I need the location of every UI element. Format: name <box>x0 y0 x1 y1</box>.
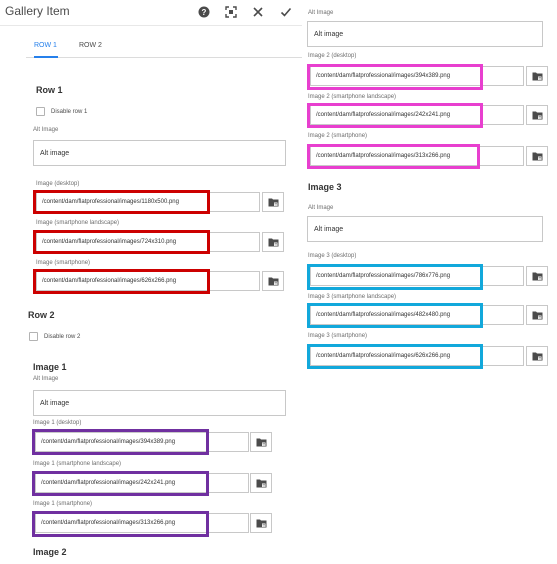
disable-row1-checkbox[interactable]: Disable row 1 <box>36 107 87 116</box>
image3-alt-label: Alt Image <box>308 205 334 211</box>
image3-desktop-label: Image 3 (desktop) <box>308 253 357 259</box>
disable-row1-label: Disable row 1 <box>51 108 88 115</box>
image1-desktop-label: Image 1 (desktop) <box>33 420 82 426</box>
checkbox-box[interactable] <box>29 332 38 341</box>
image1-smartphone-path[interactable]: /content/dam/flatprofessional/images/313… <box>35 513 249 533</box>
image1-desktop-path[interactable]: /content/dam/flatprofessional/images/394… <box>35 432 249 452</box>
image3-landscape-path[interactable]: /content/dam/flatprofessional/images/482… <box>310 305 524 325</box>
browse-icon <box>256 438 266 447</box>
row1-landscape-browse-button[interactable] <box>262 232 284 252</box>
image1-smartphone-label: Image 1 (smartphone) <box>33 501 93 507</box>
browse-icon <box>268 198 278 207</box>
image3-landscape-browse-button[interactable] <box>526 305 548 325</box>
image1-alt-label: Alt Image <box>33 376 59 382</box>
row1-landscape-path[interactable]: /content/dam/flatprofessional/images/724… <box>36 232 260 252</box>
row1-smartphone-path[interactable]: /content/dam/flatprofessional/images/626… <box>36 271 260 291</box>
image3-alt-field[interactable]: Alt image <box>307 216 543 242</box>
image2-desktop-browse-button[interactable] <box>526 66 548 86</box>
image3-smartphone-path[interactable]: /content/dam/flatprofessional/images/626… <box>310 346 524 366</box>
active-tab-indicator <box>34 56 58 58</box>
image3-smartphone-browse-button[interactable] <box>526 346 548 366</box>
image2-alt-label: Alt Image <box>308 10 334 16</box>
image1-landscape-label: Image 1 (smartphone landscape) <box>33 461 122 467</box>
browse-icon <box>256 479 266 488</box>
row1-smartphone-label: Image (smartphone) <box>36 260 91 266</box>
image1-landscape-path[interactable]: /content/dam/flatprofessional/images/242… <box>35 473 249 493</box>
image3-smartphone-label: Image 3 (smartphone) <box>308 333 368 339</box>
row1-desktop-path[interactable]: /content/dam/flatprofessional/images/118… <box>36 192 260 212</box>
help-icon[interactable]: ? <box>196 4 212 20</box>
dialog-title: Gallery Item <box>5 4 70 18</box>
fullscreen-icon[interactable] <box>223 4 239 20</box>
image1-landscape-browse-button[interactable] <box>250 473 272 493</box>
close-icon[interactable] <box>250 4 266 20</box>
image3-desktop-browse-button[interactable] <box>526 266 548 286</box>
browse-icon <box>532 272 542 281</box>
image1-desktop-browse-button[interactable] <box>250 432 272 452</box>
image2-desktop-path[interactable]: /content/dam/flatprofessional/images/394… <box>310 66 524 86</box>
row1-desktop-label: Image (desktop) <box>36 181 80 187</box>
browse-icon <box>532 352 542 361</box>
browse-icon <box>532 152 542 161</box>
image1-smartphone-browse-button[interactable] <box>250 513 272 533</box>
image2-smartphone-path[interactable]: /content/dam/flatprofessional/images/313… <box>310 146 524 166</box>
browse-icon <box>532 72 542 81</box>
image3-heading: Image 3 <box>308 182 342 192</box>
row2-heading: Row 2 <box>28 310 55 320</box>
browse-icon <box>268 277 278 286</box>
browse-icon <box>256 519 266 528</box>
tab-row-2[interactable]: ROW 2 <box>79 42 102 49</box>
svg-text:?: ? <box>202 8 207 17</box>
image2-desktop-label: Image 2 (desktop) <box>308 53 357 59</box>
tab-list: ROW 1 ROW 2 <box>26 30 302 58</box>
browse-icon <box>268 238 278 247</box>
image2-alt-field[interactable]: Alt image <box>307 21 543 47</box>
gallery-item-dialog: Gallery Item ? ROW 1 ROW 2 Row 1 Disable… <box>0 0 302 564</box>
image2-smartphone-label: Image 2 (smartphone) <box>308 133 368 139</box>
image2-smartphone-browse-button[interactable] <box>526 146 548 166</box>
browse-icon <box>532 311 542 320</box>
tab-row-1[interactable]: ROW 1 <box>34 42 57 49</box>
image3-desktop-path[interactable]: /content/dam/flatprofessional/images/786… <box>310 266 524 286</box>
row1-landscape-label: Image (smartphone landscape) <box>36 220 120 226</box>
dialog-titlebar: Gallery Item ? <box>0 0 302 26</box>
image2-landscape-label: Image 2 (smartphone landscape) <box>308 94 397 100</box>
row1-heading: Row 1 <box>36 85 63 95</box>
done-icon[interactable] <box>278 4 294 20</box>
row1-desktop-browse-button[interactable] <box>262 192 284 212</box>
row1-smartphone-browse-button[interactable] <box>262 271 284 291</box>
browse-icon <box>532 111 542 120</box>
disable-row2-checkbox[interactable]: Disable row 2 <box>29 332 80 341</box>
image2-heading: Image 2 <box>33 547 67 557</box>
image2-landscape-path[interactable]: /content/dam/flatprofessional/images/242… <box>310 105 524 125</box>
image3-landscape-label: Image 3 (smartphone landscape) <box>308 294 397 300</box>
disable-row2-label: Disable row 2 <box>44 333 81 340</box>
row1-alt-label: Alt Image <box>33 127 59 133</box>
image1-alt-field[interactable]: Alt image <box>33 390 286 416</box>
checkbox-box[interactable] <box>36 107 45 116</box>
row1-alt-field[interactable]: Alt image <box>33 140 286 166</box>
image2-landscape-browse-button[interactable] <box>526 105 548 125</box>
image1-heading: Image 1 <box>33 362 67 372</box>
